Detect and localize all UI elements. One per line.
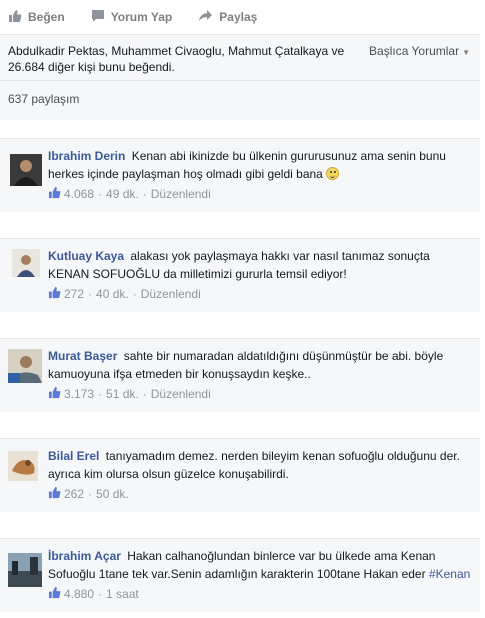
comment-meta: 272 · 40 dk. · Düzenlendi [48, 286, 472, 302]
smiley-emoji-icon [326, 167, 340, 180]
comment-like-count[interactable]: 4.068 [64, 187, 94, 201]
comment-author[interactable]: Bilal Erel [48, 449, 99, 463]
comment-like-count[interactable]: 3.173 [64, 387, 94, 401]
shares-count-link[interactable]: 637 paylaşım [8, 92, 472, 106]
avatar[interactable] [8, 451, 38, 481]
likes-summary: Abdulkadir Pektas, Muhammet Civaoglu, Ma… [0, 34, 480, 80]
comment-item: Bilal Erel tanıyamadım demez. nerden bil… [0, 438, 480, 512]
comment-edited[interactable]: Düzenlendi [151, 387, 211, 401]
comment-author[interactable]: İbrahim Açar [48, 549, 121, 563]
likes-summary-text[interactable]: Abdulkadir Pektas, Muhammet Civaoglu, Ma… [8, 43, 358, 75]
speech-bubble-icon [91, 9, 105, 26]
thumbs-up-icon [8, 9, 22, 26]
comment-timestamp[interactable]: 49 dk. [106, 187, 139, 201]
avatar[interactable] [12, 249, 40, 277]
share-arrow-icon [198, 9, 213, 25]
comment-button-label: Yorum Yap [110, 10, 173, 24]
thumbs-up-icon[interactable] [48, 586, 61, 602]
shares-summary: 637 paylaşım [0, 80, 480, 120]
comment-text: tanıyamadım demez. nerden bileyim kenan … [48, 449, 460, 481]
comment-timestamp[interactable]: 50 dk. [96, 487, 129, 501]
comment-item: İbrahim Açar Hakan calhanoğlundan binler… [0, 538, 480, 612]
comment-like-count[interactable]: 4.880 [64, 587, 94, 601]
avatar[interactable] [8, 553, 42, 587]
thumbs-up-icon[interactable] [48, 486, 61, 502]
comment-item: Murat Başer sahte bir numaradan aldatıld… [0, 338, 480, 412]
comment-item: Ibrahim Derin Kenan abi ikinizde bu ülke… [0, 138, 480, 212]
avatar[interactable] [8, 349, 42, 383]
comment-meta: 4.880 · 1 saat [48, 586, 472, 602]
comment-timestamp[interactable]: 51 dk. [106, 387, 139, 401]
share-button[interactable]: Paylaş [198, 9, 257, 25]
comment-sort-label: Başlıca Yorumlar [369, 44, 460, 58]
comment-timestamp[interactable]: 1 saat [106, 587, 139, 601]
comment-meta: 262 · 50 dk. [48, 486, 472, 502]
thumbs-up-icon[interactable] [48, 286, 61, 302]
comment-meta: 3.173 · 51 dk. · Düzenlendi [48, 386, 472, 402]
comment-edited[interactable]: Düzenlendi [151, 187, 211, 201]
like-button-label: Beğen [28, 10, 65, 24]
thumbs-up-icon[interactable] [48, 186, 61, 202]
thumbs-up-icon[interactable] [48, 386, 61, 402]
post-action-bar: Beğen Yorum Yap Paylaş [0, 0, 485, 34]
comment-sort-dropdown[interactable]: Başlıca Yorumlar ▼ [369, 44, 470, 58]
avatar[interactable] [10, 154, 42, 186]
hashtag-link[interactable]: #Kenan [429, 567, 470, 581]
comment-item: Kutluay Kaya alakası yok paylaşmaya hakk… [0, 238, 480, 312]
comment-like-count[interactable]: 272 [64, 287, 84, 301]
caret-down-icon: ▼ [462, 48, 470, 57]
comment-author[interactable]: Kutluay Kaya [48, 249, 124, 263]
share-button-label: Paylaş [219, 10, 258, 24]
comment-meta: 4.068 · 49 dk. · Düzenlendi [48, 186, 472, 202]
like-button[interactable]: Beğen [8, 9, 65, 26]
comment-author[interactable]: Ibrahim Derin [48, 149, 125, 163]
comment-like-count[interactable]: 262 [64, 487, 84, 501]
comment-timestamp[interactable]: 40 dk. [96, 287, 129, 301]
comment-author[interactable]: Murat Başer [48, 349, 117, 363]
comment-edited[interactable]: Düzenlendi [141, 287, 201, 301]
comment-button[interactable]: Yorum Yap [91, 9, 173, 26]
